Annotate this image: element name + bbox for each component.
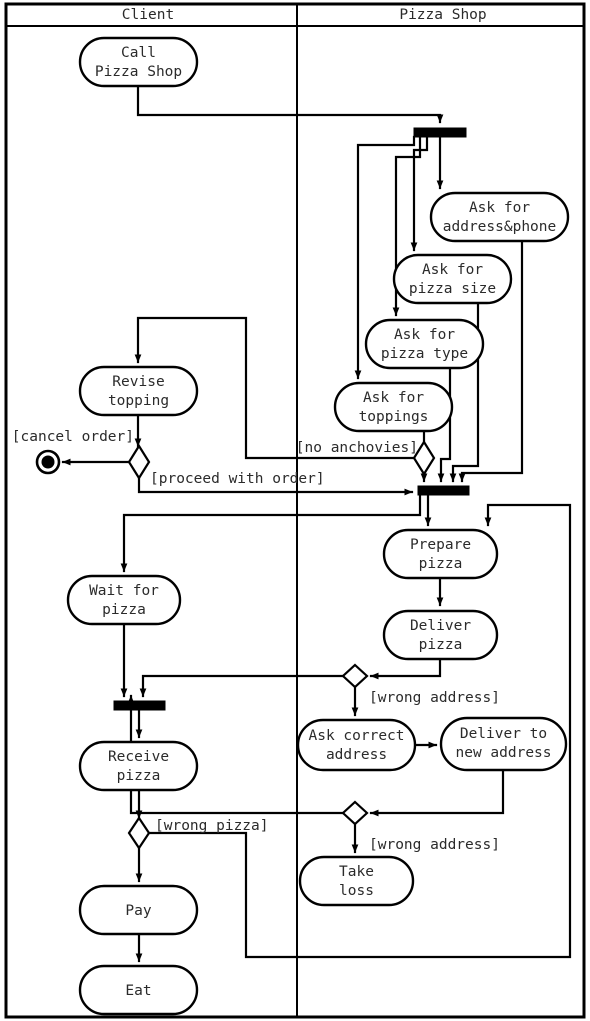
node-deliver-pizza-line2: pizza	[419, 637, 463, 653]
node-ask-address-phone-line1: Ask for	[469, 200, 530, 216]
node-deliver-new-address[interactable]: Deliver to new address	[439, 716, 568, 772]
edge-decision1-to-client-join	[139, 674, 345, 698]
join-bar-order	[417, 485, 470, 496]
guard-cancel-order: [cancel order]	[12, 429, 134, 445]
node-ask-address-phone-line2: address&phone	[443, 219, 557, 235]
node-ask-address-phone[interactable]: Ask for address&phone	[429, 191, 570, 243]
node-deliver-pizza[interactable]: Deliver pizza	[382, 609, 499, 661]
node-call-pizza-shop-line2: Pizza Shop	[95, 64, 182, 80]
node-ask-toppings[interactable]: Ask for toppings	[333, 381, 454, 433]
edge-call-to-fork	[136, 84, 444, 124]
guard-wrong-address-2: [wrong address]	[369, 837, 500, 853]
fork-bar-order	[413, 127, 467, 138]
node-revise-topping-line2: topping	[108, 393, 169, 409]
node-ask-pizza-type-line2: pizza type	[381, 346, 468, 362]
edge-deliver-to-decision1	[369, 657, 442, 680]
activity-diagram-canvas: Client Pizza Shop Call Pizza Shop Revise…	[0, 0, 590, 1021]
uml-activity-diagram: Client Pizza Shop Call Pizza Shop Revise…	[4, 2, 586, 1019]
node-ask-pizza-size[interactable]: Ask for pizza size	[392, 253, 513, 305]
node-revise-topping-line1: Revise	[112, 374, 164, 390]
join-bar-client-pizza	[113, 700, 166, 711]
node-deliver-pizza-line1: Deliver	[410, 618, 471, 634]
node-revise-topping[interactable]: Revise topping	[78, 365, 199, 417]
node-ask-pizza-type[interactable]: Ask for pizza type	[364, 318, 485, 370]
guard-wrong-pizza: [wrong pizza]	[155, 818, 269, 834]
node-prepare-pizza[interactable]: Prepare pizza	[382, 528, 499, 580]
node-receive-pizza-line2: pizza	[117, 768, 161, 784]
node-eat[interactable]: Eat	[78, 964, 199, 1016]
edge-join-to-wait	[120, 493, 422, 573]
node-call-pizza-shop[interactable]: Call Pizza Shop	[78, 36, 199, 88]
node-pay[interactable]: Pay	[78, 884, 199, 936]
node-ask-correct-address-line1: Ask correct	[308, 728, 404, 744]
decision-wrong-pizza	[127, 816, 151, 850]
node-eat-line1: Eat	[125, 983, 151, 999]
node-take-loss[interactable]: Take loss	[298, 855, 415, 907]
guard-proceed-with-order: [proceed with order]	[150, 471, 325, 487]
guard-no-anchovies: [no anchovies]	[296, 440, 418, 456]
node-ask-pizza-type-line1: Ask for	[394, 327, 455, 343]
node-ask-correct-address[interactable]: Ask correct address	[296, 718, 417, 772]
node-ask-correct-address-line2: address	[326, 747, 387, 763]
diagram-frame	[4, 2, 586, 1019]
node-ask-toppings-line1: Ask for	[363, 390, 424, 406]
node-wait-for-pizza[interactable]: Wait for pizza	[66, 574, 182, 626]
node-ask-toppings-line2: toppings	[359, 409, 429, 425]
lane-title-pizza-shop: Pizza Shop	[399, 7, 486, 23]
final-node	[35, 449, 61, 475]
node-call-pizza-shop-line1: Call	[121, 45, 156, 61]
node-ask-pizza-size-line1: Ask for	[422, 262, 483, 278]
node-receive-pizza[interactable]: Receive pizza	[78, 740, 199, 792]
decision-wrong-address-1	[341, 663, 369, 689]
edge-deliver-new-to-decision2	[369, 768, 505, 817]
action-nodes: Call Pizza Shop Revise topping Wait for …	[66, 36, 570, 1016]
node-pay-line1: Pay	[125, 903, 151, 919]
node-wait-for-pizza-line2: pizza	[102, 602, 146, 618]
node-deliver-new-address-line2: new address	[455, 745, 551, 761]
guard-wrong-address-1: [wrong address]	[369, 690, 500, 706]
decision-wrong-address-2	[341, 800, 369, 826]
node-wait-for-pizza-line1: Wait for	[89, 583, 159, 599]
node-deliver-new-address-line1: Deliver to	[460, 726, 547, 742]
final-node-inner-dot	[41, 455, 55, 469]
node-take-loss-line1: Take	[339, 864, 374, 880]
node-receive-pizza-line1: Receive	[108, 749, 169, 765]
node-prepare-pizza-line1: Prepare	[410, 537, 471, 553]
node-take-loss-line2: loss	[339, 883, 374, 899]
lane-title-client: Client	[122, 7, 174, 23]
node-prepare-pizza-line2: pizza	[419, 556, 463, 572]
decision-order-proceed-or-cancel	[127, 443, 151, 481]
node-ask-pizza-size-line2: pizza size	[409, 281, 496, 297]
